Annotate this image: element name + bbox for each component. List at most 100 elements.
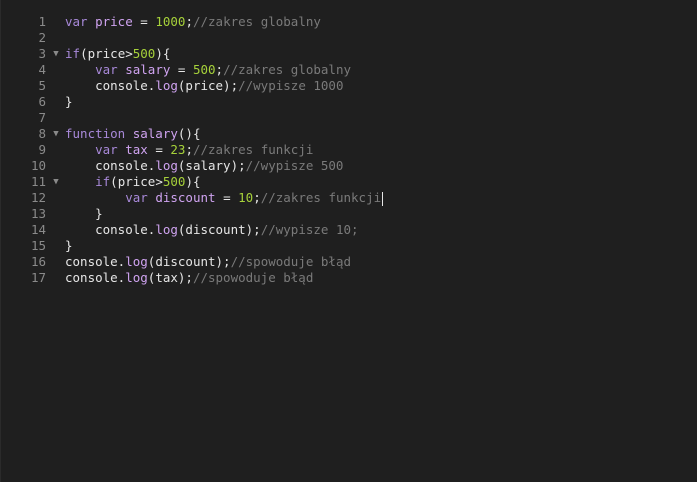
code-line[interactable]: 17 console.log(tax);//spowoduje błąd: [1, 270, 697, 286]
code-lines[interactable]: 1 var price = 1000;//zakres globalny 2 3 ▼ if…: [1, 14, 697, 286]
code-token: ){: [155, 46, 171, 61]
code-text[interactable]: }: [65, 94, 697, 110]
line-number: 11: [30, 174, 46, 189]
line-number: 12: [30, 190, 46, 205]
code-token: var: [95, 142, 126, 157]
code-token: (discount);: [147, 254, 231, 269]
code-text[interactable]: var salary = 500;//zakres globalny: [65, 62, 697, 78]
code-text[interactable]: console.log(salary);//wypisze 500: [65, 158, 697, 174]
line-number: 5: [38, 78, 46, 93]
code-token: 500: [192, 62, 216, 77]
code-line[interactable]: 1 var price = 1000;//zakres globalny: [1, 14, 697, 30]
code-line[interactable]: 14 console.log(discount);//wypisze 10;: [1, 222, 697, 238]
code-line[interactable]: 2: [1, 30, 697, 46]
code-text[interactable]: var tax = 23;//zakres funkcji: [65, 142, 697, 158]
code-token: 10: [238, 190, 254, 205]
code-token: var: [95, 62, 126, 77]
code-token: var: [125, 190, 156, 205]
code-token: ;: [185, 14, 193, 29]
line-number: 6: [38, 94, 46, 109]
code-text[interactable]: var price = 1000;//zakres globalny: [65, 14, 697, 30]
code-line[interactable]: 10 console.log(salary);//wypisze 500: [1, 158, 697, 174]
code-line[interactable]: 8 ▼ function salary(){: [1, 126, 697, 142]
code-text[interactable]: }: [65, 238, 697, 254]
code-line[interactable]: 16 console.log(discount);//spowoduje błąd: [1, 254, 697, 270]
code-token: 23: [170, 142, 186, 157]
line-number: 7: [38, 110, 46, 125]
code-text[interactable]: console.log(discount);//spowoduje błąd: [65, 254, 697, 270]
code-token: salary: [125, 62, 171, 77]
line-number: 1: [38, 14, 46, 29]
code-token: }: [65, 206, 103, 221]
line-number: 10: [30, 158, 46, 173]
code-token: log: [125, 270, 148, 285]
code-token: console.: [65, 78, 156, 93]
code-token: (salary);: [177, 158, 246, 173]
code-token: ;: [185, 142, 193, 157]
code-token: console.: [65, 158, 156, 173]
code-token: //zakres funkcji: [260, 190, 382, 205]
code-line[interactable]: 3 ▼ if(price>500){: [1, 46, 697, 62]
line-number: 8: [38, 126, 46, 141]
code-line[interactable]: 11 ▼ if(price>500){: [1, 174, 697, 190]
code-token: //zakres globalny: [192, 14, 321, 29]
code-token: (price>: [110, 174, 163, 189]
code-line[interactable]: 4 var salary = 500;//zakres globalny: [1, 62, 697, 78]
code-text[interactable]: var discount = 10;//zakres funkcji: [65, 190, 697, 206]
code-token: if: [65, 46, 81, 61]
code-text[interactable]: if(price>500){: [65, 46, 697, 62]
code-token: console.: [65, 254, 126, 269]
line-number: 15: [30, 238, 46, 253]
line-number: 3: [38, 46, 46, 61]
code-line[interactable]: 6}: [1, 94, 697, 110]
code-token: (price>: [80, 46, 133, 61]
code-token: log: [155, 158, 178, 173]
code-token: console.: [65, 270, 126, 285]
code-token: if: [95, 174, 111, 189]
code-token: discount: [155, 190, 216, 205]
code-text[interactable]: console.log(price);//wypisze 1000: [65, 78, 697, 94]
code-token: tax: [125, 142, 148, 157]
code-token: =: [132, 14, 156, 29]
code-text[interactable]: console.log(discount);//wypisze 10;: [65, 222, 697, 238]
code-token: function: [65, 126, 133, 141]
code-text[interactable]: console.log(tax);//spowoduje błąd: [65, 270, 697, 286]
text-cursor: [382, 191, 384, 206]
code-token: (tax);: [147, 270, 193, 285]
code-editor[interactable]: 1 var price = 1000;//zakres globalny 2 3 ▼ if…: [0, 0, 697, 482]
code-text[interactable]: }: [65, 206, 697, 222]
code-token: //wypisze 500: [245, 158, 344, 173]
code-line[interactable]: 7: [1, 110, 697, 126]
line-number: 13: [30, 206, 46, 221]
code-line[interactable]: 5 console.log(price);//wypisze 1000: [1, 78, 697, 94]
fold-arrow-icon[interactable]: ▼: [51, 174, 61, 190]
code-text[interactable]: if(price>500){: [65, 174, 697, 190]
code-token: salary: [132, 126, 178, 141]
code-token: }: [65, 238, 73, 253]
code-token: 1000: [155, 14, 186, 29]
code-token: console.: [65, 222, 156, 237]
code-token: price: [95, 14, 133, 29]
code-token: =: [147, 142, 171, 157]
line-number: 9: [38, 142, 46, 157]
fold-arrow-icon[interactable]: ▼: [51, 46, 61, 62]
code-token: (discount);: [177, 222, 261, 237]
code-line[interactable]: 13 }: [1, 206, 697, 222]
fold-arrow-icon[interactable]: ▼: [51, 126, 61, 142]
line-number: 14: [30, 222, 46, 237]
line-number: 2: [38, 30, 46, 45]
code-token: //wypisze 10;: [260, 222, 359, 237]
code-token: }: [65, 94, 73, 109]
code-line[interactable]: 9 var tax = 23;//zakres funkcji: [1, 142, 697, 158]
code-text[interactable]: function salary(){: [65, 126, 697, 142]
code-token: (){: [177, 126, 201, 141]
code-token: (price);: [177, 78, 239, 93]
code-token: //spowoduje błąd: [192, 270, 314, 285]
code-token: //zakres globalny: [223, 62, 351, 77]
code-line[interactable]: 12 var discount = 10;//zakres funkcji: [1, 190, 697, 206]
code-line[interactable]: 15}: [1, 238, 697, 254]
code-token: ;: [215, 62, 224, 77]
